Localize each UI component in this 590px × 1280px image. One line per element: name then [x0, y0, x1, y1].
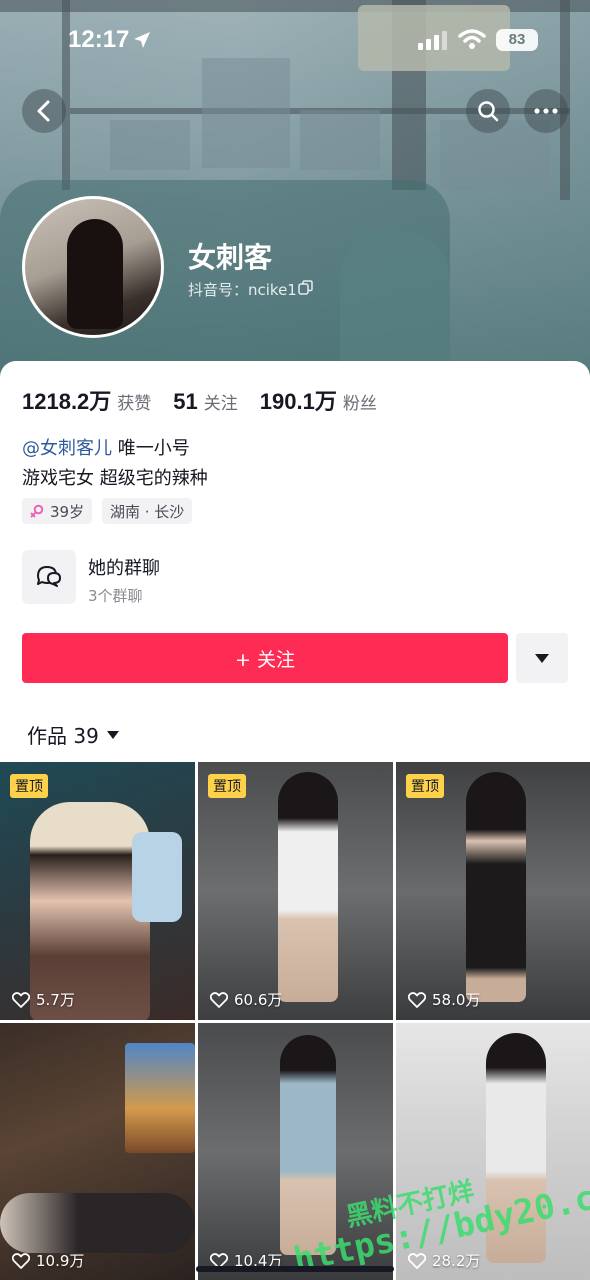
works-tab-label: 作品 39 [27, 724, 99, 748]
more-button[interactable] [524, 89, 568, 133]
video-likes: 10.9万 [12, 1250, 84, 1271]
location-arrow-icon [134, 32, 150, 48]
pinned-badge: 置顶 [10, 774, 48, 798]
age-text: 39岁 [50, 502, 85, 521]
avatar[interactable] [22, 196, 164, 338]
video-likes-count: 60.6万 [234, 991, 283, 1009]
group-chat-count: 3个群聊 [88, 587, 143, 605]
heart-icon [12, 1252, 30, 1269]
likes-count: 1218.2万 [22, 389, 112, 414]
status-time: 12:17 [68, 26, 130, 53]
status-bar: 12:17 83 [0, 22, 590, 62]
pinned-badge: 置顶 [208, 774, 246, 798]
group-chat-icon [37, 566, 61, 587]
home-indicator[interactable] [196, 1266, 394, 1272]
tab-works[interactable]: 作品 39 [27, 720, 119, 749]
video-tile[interactable]: 10.9万 [0, 1023, 195, 1280]
video-tile[interactable]: 置顶 58.0万 [396, 762, 590, 1020]
age-tag: 39岁 [22, 498, 93, 524]
video-likes: 60.6万 [210, 989, 282, 1010]
following-count[interactable]: 51 [173, 389, 197, 415]
video-likes-count: 10.9万 [36, 1252, 85, 1270]
bio-line-1-text: 唯一小号 [112, 438, 190, 459]
video-likes-count: 5.7万 [36, 991, 75, 1009]
video-likes: 5.7万 [12, 989, 75, 1010]
likes-label: 获赞 [117, 394, 152, 414]
copy-icon[interactable] [298, 280, 313, 295]
dropdown-triangle-icon [535, 653, 549, 663]
back-arrow-icon [37, 100, 50, 122]
group-chat-button[interactable] [22, 550, 76, 604]
video-tile[interactable]: 置顶 5.7万 [0, 762, 195, 1020]
video-likes: 58.0万 [408, 989, 480, 1010]
pinned-badge: 置顶 [406, 774, 444, 798]
video-tile[interactable]: 置顶 60.6万 [198, 762, 393, 1020]
bio-line-2: 游戏宅女 超级宅的辣种 [22, 468, 208, 489]
heart-icon [408, 991, 426, 1008]
location-tag: 湖南 · 长沙 [102, 498, 193, 524]
signal-icon [418, 31, 447, 50]
bio-line-1: @女刺客儿 唯一小号 [22, 434, 190, 460]
group-chat-title[interactable]: 她的群聊 [88, 554, 160, 580]
follow-button[interactable]: + 关注 [22, 633, 508, 683]
video-likes-count: 58.0万 [432, 991, 481, 1009]
followers-count[interactable]: 190.1万 [260, 384, 337, 416]
back-button[interactable] [22, 89, 66, 133]
heart-icon [210, 991, 228, 1008]
battery-indicator: 83 [496, 29, 538, 51]
account-id: 抖音号：ncike1 [188, 281, 297, 299]
profile-stats: 1218.2万 获赞 51 关注 190.1万 粉丝 [22, 384, 399, 416]
following-label[interactable]: 关注 [204, 389, 238, 414]
chevron-down-icon [106, 730, 119, 739]
recommend-dropdown-button[interactable] [516, 633, 568, 683]
wifi-icon [458, 29, 486, 49]
more-icon [534, 108, 558, 114]
bio-mention-link[interactable]: @女刺客儿 [22, 438, 112, 459]
female-icon [30, 504, 44, 518]
followers-label[interactable]: 粉丝 [343, 389, 377, 414]
heart-icon [12, 991, 30, 1008]
search-icon [478, 101, 499, 122]
profile-name: 女刺客 [188, 241, 273, 274]
search-button[interactable] [466, 89, 510, 133]
